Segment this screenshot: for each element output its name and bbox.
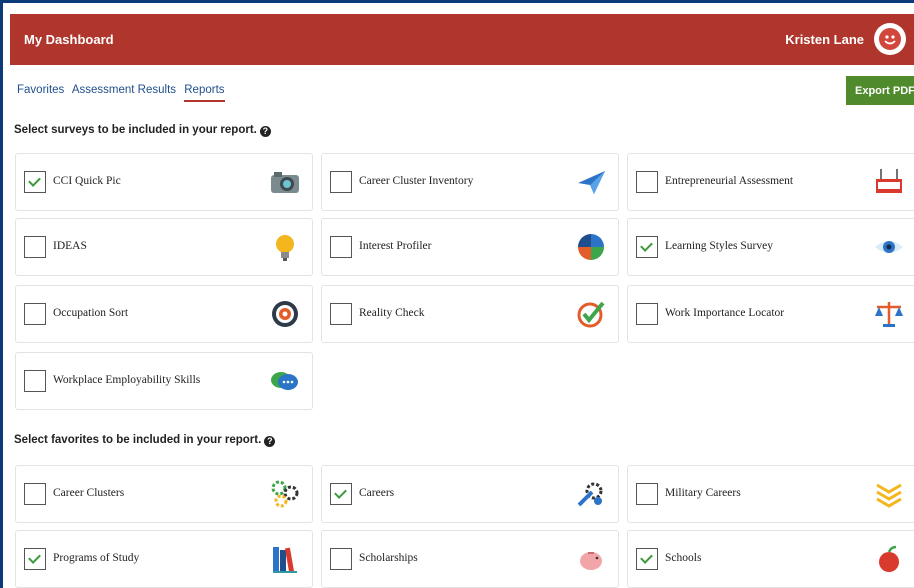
checkbox[interactable] <box>636 171 658 193</box>
smiley-face-icon <box>879 28 901 50</box>
favorites-section-title: Select favorites to be included in your … <box>14 434 276 447</box>
surveys-title-text: Select surveys to be included in your re… <box>14 124 257 136</box>
nav-tabs: Favorites Assessment Results Reports <box>17 84 230 102</box>
survey-card-reality-check[interactable]: Reality Check <box>321 285 619 343</box>
tab-assessment-results[interactable]: Assessment Results <box>72 84 176 96</box>
checkbox[interactable] <box>636 483 658 505</box>
puzzle-globe-icon <box>578 234 604 260</box>
export-pdf-button[interactable]: Export PDF <box>846 76 914 105</box>
chevrons-icon <box>876 483 902 508</box>
books-icon <box>273 547 297 573</box>
checkbox[interactable] <box>636 548 658 570</box>
card-label: Career Clusters <box>53 487 125 499</box>
survey-card-career-cluster-inventory[interactable]: Career Cluster Inventory <box>321 153 619 211</box>
card-label: Occupation Sort <box>53 307 129 319</box>
favorite-card-scholarships[interactable]: Scholarships <box>321 530 619 588</box>
favorites-title-text: Select favorites to be included in your … <box>14 434 262 446</box>
card-label: Career Cluster Inventory <box>359 175 474 187</box>
card-label: Interest Profiler <box>359 240 432 252</box>
card-label: Workplace Employability Skills <box>53 374 201 386</box>
gears-icon <box>271 480 299 508</box>
eye-icon <box>875 241 903 253</box>
favorite-card-military-careers[interactable]: Military Careers <box>627 465 914 523</box>
apple-icon <box>879 545 899 572</box>
tab-reports[interactable]: Reports <box>184 84 225 102</box>
survey-card-occupation-sort[interactable]: Occupation Sort <box>15 285 313 343</box>
checkbox[interactable] <box>24 483 46 505</box>
card-label: Schools <box>665 552 702 564</box>
help-icon[interactable]: ? <box>264 436 276 447</box>
favorite-card-career-clusters[interactable]: Career Clusters <box>15 465 313 523</box>
card-label: IDEAS <box>53 240 87 252</box>
card-label: Scholarships <box>359 552 418 564</box>
survey-card-learning-styles-survey[interactable]: Learning Styles Survey <box>627 218 914 276</box>
checkbox[interactable] <box>24 370 46 392</box>
app-title: My Dashboard <box>24 32 114 47</box>
checkbox[interactable] <box>24 236 46 258</box>
paper-plane-icon <box>578 171 605 194</box>
card-label: Military Careers <box>665 487 741 499</box>
card-label: Reality Check <box>359 307 425 319</box>
checkbox[interactable] <box>24 548 46 570</box>
avatar[interactable] <box>874 23 906 55</box>
survey-card-ideas[interactable]: IDEAS <box>15 218 313 276</box>
surveys-section-title: Select surveys to be included in your re… <box>14 124 271 137</box>
checkbox[interactable] <box>330 303 352 325</box>
scales-icon <box>875 302 903 327</box>
favorite-card-programs-of-study[interactable]: Programs of Study <box>15 530 313 588</box>
checkbox[interactable] <box>330 483 352 505</box>
top-bar: My Dashboard Kristen Lane <box>10 14 914 65</box>
lightbulb-icon <box>276 235 294 261</box>
piggy-bank-icon <box>580 552 602 570</box>
checkbox[interactable] <box>330 236 352 258</box>
survey-card-cci-quick-pic[interactable]: CCI Quick Pic <box>15 153 313 211</box>
wrench-gear-icon <box>577 482 603 507</box>
card-label: Entrepreneurial Assessment <box>665 175 794 187</box>
checkbox[interactable] <box>24 171 46 193</box>
help-icon[interactable]: ? <box>259 126 271 137</box>
chat-bubbles-icon <box>271 372 298 390</box>
checkbox[interactable] <box>636 236 658 258</box>
survey-card-workplace-employability-skills[interactable]: Workplace Employability Skills <box>15 352 313 410</box>
page-frame: My Dashboard Kristen Lane Favorites Asse… <box>3 3 914 588</box>
target-icon <box>272 301 298 327</box>
card-label: Work Importance Locator <box>665 307 785 319</box>
checkbox[interactable] <box>330 548 352 570</box>
survey-card-interest-profiler[interactable]: Interest Profiler <box>321 218 619 276</box>
card-label: CCI Quick Pic <box>53 175 121 187</box>
tab-favorites[interactable]: Favorites <box>17 84 64 96</box>
checkmark-icon <box>577 301 605 328</box>
favorite-card-careers[interactable]: Careers <box>321 465 619 523</box>
card-label: Programs of Study <box>53 552 140 564</box>
survey-card-work-importance-locator[interactable]: Work Importance Locator <box>627 285 914 343</box>
open-sign-icon <box>876 169 902 193</box>
camera-icon <box>271 172 299 193</box>
user-name[interactable]: Kristen Lane <box>785 32 864 47</box>
checkbox[interactable] <box>24 303 46 325</box>
card-label: Careers <box>359 487 395 499</box>
checkbox[interactable] <box>330 171 352 193</box>
favorite-card-schools[interactable]: Schools <box>627 530 914 588</box>
survey-card-entrepreneurial-assessment[interactable]: Entrepreneurial Assessment <box>627 153 914 211</box>
card-label: Learning Styles Survey <box>665 240 773 252</box>
checkbox[interactable] <box>636 303 658 325</box>
